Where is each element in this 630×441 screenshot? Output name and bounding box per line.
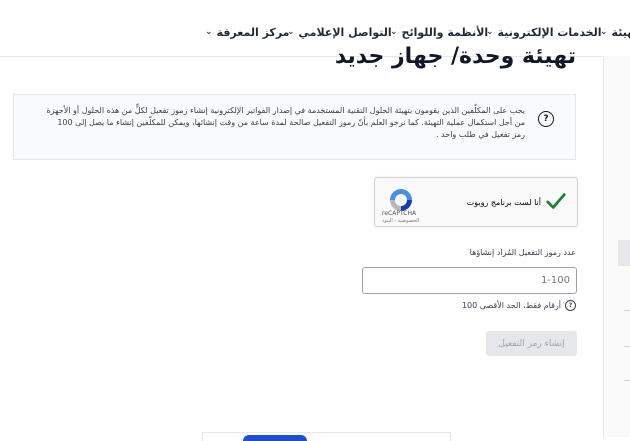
nav-item-label: مركز المعرفة xyxy=(216,25,290,39)
page-title: تهيئة وحدة/ جهاز جديد xyxy=(334,44,576,69)
checkmark-icon[interactable] xyxy=(545,190,567,212)
nav-item-label: التواصل الإعلامي xyxy=(298,25,392,39)
nav-item-tahyia[interactable]: ⌄ تهيئة xyxy=(600,24,630,40)
sidebar-divider xyxy=(624,346,630,347)
activation-count-label: عدد رموز التفعيل المُراد إنشاؤها xyxy=(469,248,576,257)
recaptcha-links[interactable]: الخصوصية - البنود xyxy=(382,218,419,224)
input-hint-text: أرقام فقط، الحد الأقصى 100 xyxy=(461,301,561,310)
sidebar-tab[interactable] xyxy=(618,240,630,266)
bottom-primary-button[interactable] xyxy=(243,435,307,441)
nav-item-label: الخدمات الإلكترونية xyxy=(497,25,602,39)
sidebar-divider xyxy=(624,380,630,381)
right-sidebar xyxy=(603,56,630,437)
activation-count-input[interactable] xyxy=(362,267,577,294)
info-text: يجب على المكلّفين الذين يقومون بتهيئة ال… xyxy=(46,106,525,139)
sidebar-divider xyxy=(624,310,630,311)
nav-item-label: تهيئة xyxy=(611,25,630,39)
generate-activation-code-button[interactable]: إنشاء رمز التفعيل xyxy=(486,331,577,356)
recaptcha-label: أنا لست برنامج روبوت xyxy=(466,198,541,207)
question-circle-icon: ? xyxy=(565,300,576,311)
recaptcha-brand: reCAPTCHA xyxy=(382,210,417,217)
nav-item-knowledge-center[interactable]: ⌄ مركز المعرفة xyxy=(205,24,289,40)
nav-item-regulations[interactable]: ⌄ الأنظمة واللوائح xyxy=(390,24,488,40)
nav-item-label: الأنظمة واللوائح xyxy=(401,25,489,39)
input-hint: ? أرقام فقط، الحد الأقصى 100 xyxy=(462,300,576,311)
question-circle-icon: ? xyxy=(538,111,554,127)
nav-item-media[interactable]: ⌄ التواصل الإعلامي xyxy=(287,24,392,40)
info-box: ? يجب على المكلّفين الذين يقومون بتهيئة … xyxy=(13,94,576,160)
nav-item-e-services[interactable]: ⌄ الخدمات الإلكترونية xyxy=(486,24,602,40)
chevron-down-icon: ⌄ xyxy=(205,27,213,37)
recaptcha-widget[interactable]: أنا لست برنامج روبوت reCAPTCHA الخصوصية … xyxy=(374,177,578,227)
